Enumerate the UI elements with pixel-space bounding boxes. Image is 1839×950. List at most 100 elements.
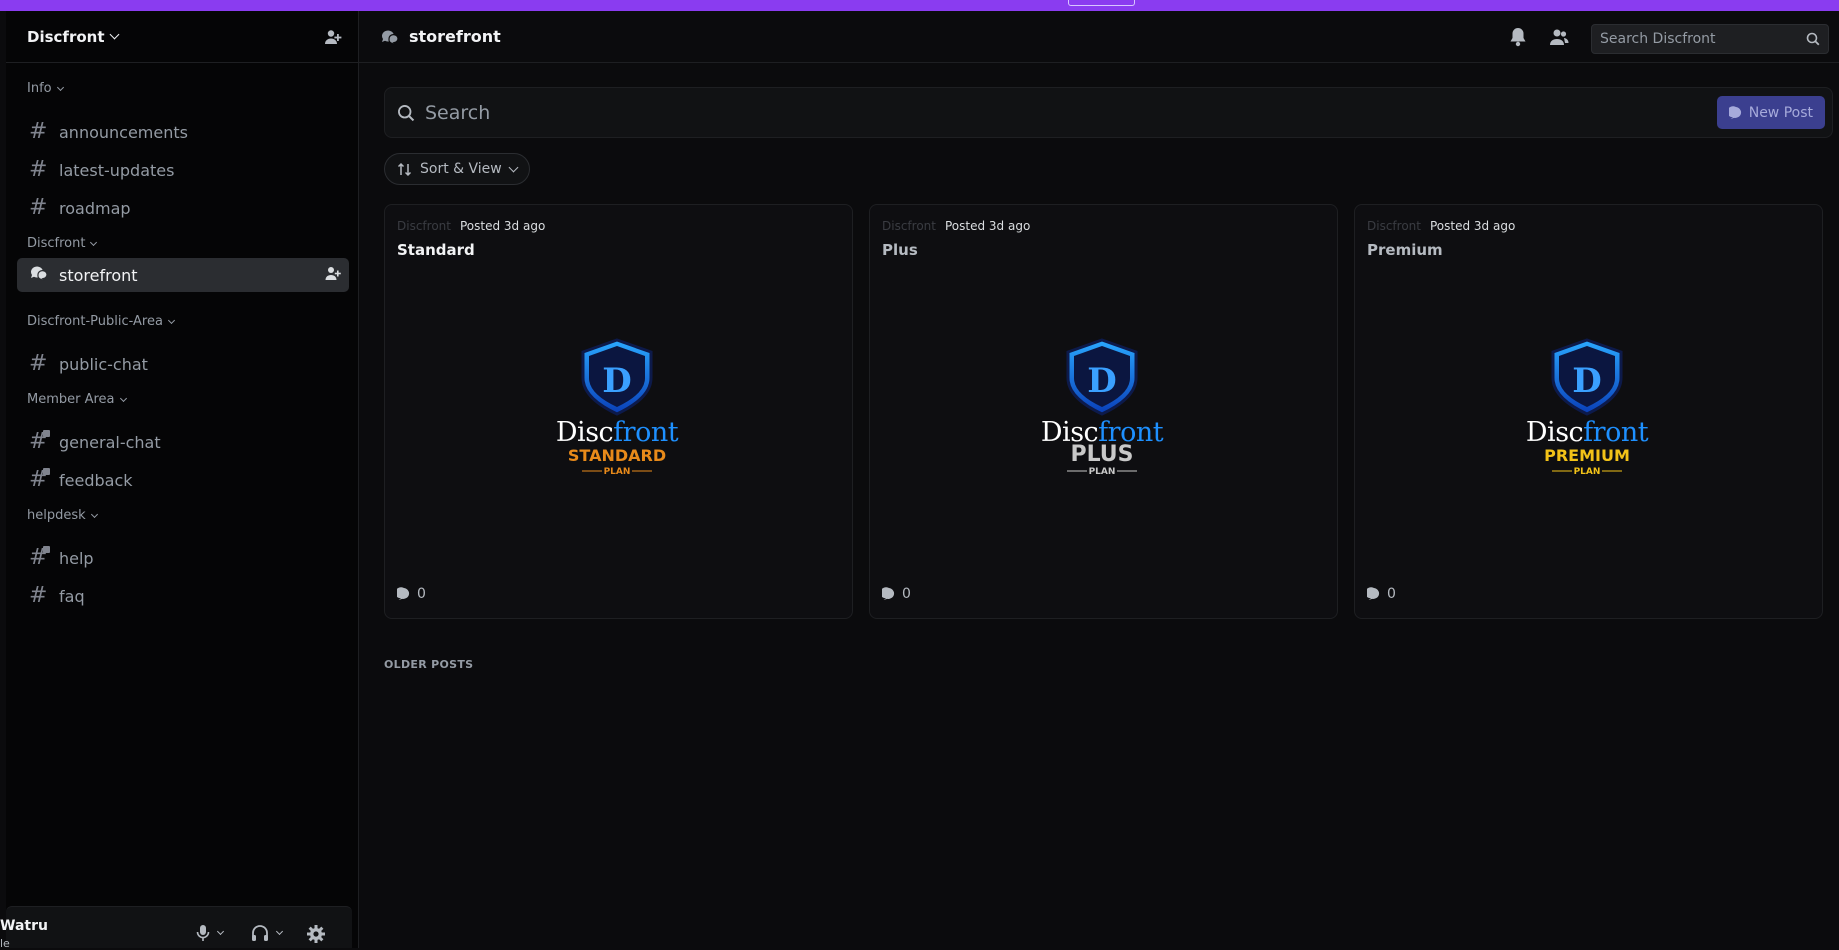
user-settings-button[interactable]: [306, 924, 326, 944]
headphones-icon: [252, 925, 268, 941]
channel-label: public-chat: [59, 354, 148, 374]
comment-count-value: 0: [902, 586, 911, 602]
post-thumbnail-image: D Discfront PREMIUM PLAN: [1526, 338, 1649, 477]
plan-sub-label: PLAN: [1574, 467, 1601, 477]
category-info[interactable]: Info: [27, 81, 64, 96]
forum-channel-icon: [382, 30, 399, 45]
search-icon: [1806, 32, 1820, 46]
text-channel-icon: #: [29, 157, 48, 182]
category-label: helpdesk: [27, 508, 86, 523]
post-author[interactable]: Discfront: [1367, 219, 1421, 233]
category-discfront[interactable]: Discfront: [27, 236, 98, 251]
server-name-button[interactable]: Discfront: [27, 27, 119, 46]
text-channel-icon: #: [29, 119, 48, 144]
top-banner: [0, 0, 1839, 11]
channel-label: roadmap: [59, 198, 131, 218]
search-icon: [398, 104, 415, 121]
channel-label: latest-updates: [59, 160, 175, 180]
svg-text:D: D: [1087, 361, 1116, 401]
channel-announcements[interactable]: # announcements: [17, 115, 349, 149]
channel-storefront[interactable]: storefront: [17, 258, 349, 292]
chat-bubble-icon: [1367, 587, 1379, 600]
deafen-button[interactable]: [251, 924, 284, 942]
post-thumbnail-image: D Discfront PLUS PLAN: [1041, 338, 1164, 477]
top-search-placeholder: Search Discfront: [1600, 31, 1716, 47]
sort-icon: [397, 162, 412, 176]
chevron-down-icon: [90, 238, 98, 246]
post-author[interactable]: Discfront: [882, 219, 936, 233]
plan-name: PREMIUM: [1544, 446, 1630, 465]
channel-help[interactable]: # help: [17, 541, 349, 575]
plan-sub-label: PLAN: [1089, 467, 1116, 477]
category-member-area[interactable]: Member Area: [27, 392, 127, 407]
channel-sidebar: Discfront Info # announcements # latest-up…: [0, 11, 359, 950]
top-search-input[interactable]: Search Discfront: [1591, 24, 1829, 54]
channel-label: general-chat: [59, 432, 161, 452]
older-posts-heading: OLDER POSTS: [384, 658, 474, 671]
category-label: Discfront-Public-Area: [27, 314, 163, 329]
post-title[interactable]: Plus: [882, 241, 918, 259]
sort-view-label: Sort & View: [420, 161, 502, 177]
chevron-down-icon[interactable]: [216, 927, 225, 936]
post-title[interactable]: Standard: [397, 241, 475, 259]
post-author[interactable]: Discfront: [397, 219, 451, 233]
category-public-area[interactable]: Discfront-Public-Area: [27, 314, 176, 329]
forum-search-input[interactable]: Search New Post: [384, 87, 1833, 138]
brand-word-part: front: [613, 417, 679, 448]
plan-sub-label: PLAN: [604, 467, 631, 477]
chat-bubble-icon: [882, 587, 894, 600]
channel-public-chat[interactable]: # public-chat: [17, 347, 349, 381]
channel-label: help: [59, 548, 94, 568]
post-timestamp: Posted 3d ago: [944, 219, 1031, 233]
post-card[interactable]: Discfront Posted 3d ago Plus D Discfront…: [869, 204, 1338, 619]
post-card[interactable]: Discfront Posted 3d ago Premium D Discfr…: [1354, 204, 1823, 619]
channel-label: announcements: [59, 122, 188, 142]
forum-view: storefront Search Discfront Search New P…: [359, 11, 1839, 948]
locked-channel-icon: #: [29, 468, 50, 491]
add-member-icon[interactable]: [325, 266, 341, 285]
category-label: Member Area: [27, 392, 115, 407]
new-post-label: New Post: [1748, 104, 1813, 121]
server-name: Discfront: [27, 27, 105, 46]
channel-faq[interactable]: # faq: [17, 579, 349, 613]
text-channel-icon: #: [29, 583, 48, 608]
post-thumbnail-image: D Discfront STANDARD PLAN: [556, 338, 679, 477]
svg-text:Discfront: Discfront: [556, 417, 679, 448]
chevron-down-icon[interactable]: [275, 927, 284, 936]
channel-feedback[interactable]: # feedback: [17, 463, 349, 497]
invite-people-icon[interactable]: [323, 27, 343, 47]
locked-channel-icon: #: [29, 430, 50, 453]
comment-count-value: 0: [1387, 586, 1396, 602]
user-panel: Watru le: [0, 906, 352, 950]
category-label: Discfront: [27, 236, 86, 251]
user-name[interactable]: Watru: [0, 918, 48, 934]
channel-latest-updates[interactable]: # latest-updates: [17, 153, 349, 187]
post-meta: Discfront Posted 3d ago: [882, 219, 1030, 233]
post-timestamp: Posted 3d ago: [1429, 219, 1516, 233]
channel-header: storefront Search Discfront: [359, 11, 1839, 63]
channel-title: storefront: [409, 27, 501, 46]
chevron-down-icon: [90, 510, 98, 518]
new-post-button[interactable]: New Post: [1716, 96, 1825, 129]
members-icon[interactable]: [1549, 28, 1569, 50]
brand-word-part: Disc: [556, 417, 613, 448]
comment-count: 0: [1367, 586, 1396, 602]
post-meta: Discfront Posted 3d ago: [1367, 219, 1515, 233]
bell-icon[interactable]: [1509, 27, 1527, 51]
post-card[interactable]: Discfront Posted 3d ago Standard D Discf…: [384, 204, 853, 619]
banner-notch: [1068, 0, 1135, 6]
mute-button[interactable]: [196, 924, 225, 942]
chevron-down-icon: [109, 29, 119, 40]
chevron-down-icon: [167, 316, 176, 324]
locked-channel-icon: #: [29, 546, 50, 569]
server-header[interactable]: Discfront: [6, 11, 358, 63]
sort-view-button[interactable]: Sort & View: [384, 153, 530, 185]
category-helpdesk[interactable]: helpdesk: [27, 508, 98, 523]
channel-general-chat[interactable]: # general-chat: [17, 425, 349, 459]
user-status: le: [0, 937, 10, 950]
chevron-down-icon: [119, 394, 127, 402]
comment-count-value: 0: [417, 586, 426, 602]
post-title[interactable]: Premium: [1367, 241, 1443, 259]
chat-bubble-icon: [1728, 105, 1741, 119]
channel-roadmap[interactable]: # roadmap: [17, 191, 349, 225]
